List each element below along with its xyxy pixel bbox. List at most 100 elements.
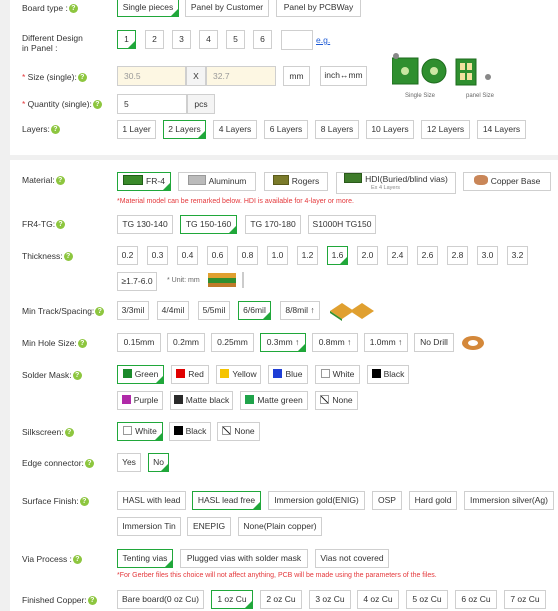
copper-3oz[interactable]: 3 oz Cu <box>309 590 351 609</box>
design-count-6[interactable]: 6 <box>253 30 272 49</box>
layers-10[interactable]: 10 Layers <box>366 120 414 139</box>
thickness-0-8[interactable]: 0.8 <box>237 246 258 265</box>
layers-14[interactable]: 14 Layers <box>477 120 526 139</box>
thickness-2-8[interactable]: 2.8 <box>447 246 468 265</box>
mask-purple[interactable]: Purple <box>117 391 163 410</box>
help-icon[interactable]: ? <box>92 100 102 110</box>
help-icon[interactable]: ? <box>64 428 74 438</box>
tg-150-160[interactable]: TG 150-160 <box>180 215 237 234</box>
thickness-2-4[interactable]: 2.4 <box>387 246 408 265</box>
thickness-1-6[interactable]: 1.6 <box>327 246 348 265</box>
height-input[interactable]: 32.7 <box>206 66 276 86</box>
layers-1[interactable]: 1 Layer <box>117 120 156 139</box>
hole-0-15[interactable]: 0.15mm <box>117 333 161 352</box>
design-count-input[interactable] <box>281 30 313 50</box>
hole-0-8[interactable]: 0.8mm ↑ <box>312 333 358 352</box>
material-fr4[interactable]: FR-4 <box>117 172 171 191</box>
option-single-pieces[interactable]: Single pieces <box>117 0 179 17</box>
mask-black[interactable]: Black <box>367 365 409 384</box>
finish-hasl-lead-free[interactable]: HASL lead free <box>192 491 261 510</box>
thickness-3-0[interactable]: 3.0 <box>477 246 498 265</box>
copper-1oz[interactable]: 1 oz Cu <box>211 590 253 609</box>
finish-immersion-silver[interactable]: Immersion silver(Ag) <box>464 491 554 510</box>
thickness-custom[interactable]: ≥1.7-6.0 <box>117 272 157 291</box>
layers-4[interactable]: 4 Layers <box>213 120 257 139</box>
layers-2[interactable]: 2 Layers <box>163 120 206 139</box>
thickness-2-0[interactable]: 2.0 <box>357 246 378 265</box>
finish-hasl-lead[interactable]: HASL with lead <box>117 491 186 510</box>
thickness-0-6[interactable]: 0.6 <box>207 246 228 265</box>
help-icon[interactable]: ? <box>95 307 105 317</box>
edge-yes[interactable]: Yes <box>117 453 141 472</box>
copper-0oz[interactable]: Bare board(0 oz Cu) <box>117 590 204 609</box>
track-4-4[interactable]: 4/4mil <box>157 301 189 320</box>
copper-7oz[interactable]: 7 oz Cu <box>504 590 546 609</box>
option-panel-by-customer[interactable]: Panel by Customer <box>185 0 269 17</box>
help-icon[interactable]: ? <box>77 73 87 83</box>
design-count-5[interactable]: 5 <box>226 30 245 49</box>
help-icon[interactable]: ? <box>77 339 87 349</box>
hole-no-drill[interactable]: No Drill <box>414 333 454 352</box>
option-panel-by-pcbway[interactable]: Panel by PCBWay <box>276 0 361 17</box>
mask-yellow[interactable]: Yellow <box>216 365 261 384</box>
track-3-3[interactable]: 3/3mil <box>117 301 149 320</box>
finish-hard-gold[interactable]: Hard gold <box>409 491 457 510</box>
track-8-8[interactable]: 8/8mil ↑ <box>280 301 320 320</box>
tg-s1000h[interactable]: S1000H TG150 <box>308 215 376 234</box>
material-copper-base[interactable]: Copper Base <box>463 172 551 191</box>
layers-8[interactable]: 8 Layers <box>315 120 359 139</box>
help-icon[interactable]: ? <box>72 555 82 565</box>
track-6-6[interactable]: 6/6mil <box>238 301 271 320</box>
mask-none[interactable]: None <box>315 391 358 410</box>
mask-white[interactable]: White <box>315 365 360 384</box>
help-icon[interactable]: ? <box>50 125 60 135</box>
thickness-0-3[interactable]: 0.3 <box>147 246 168 265</box>
help-icon[interactable]: ? <box>72 371 82 381</box>
via-not-covered[interactable]: Vias not covered <box>315 549 389 568</box>
finish-immersion-tin[interactable]: Immersion Tin <box>117 517 181 536</box>
finish-enepig[interactable]: ENEPIG <box>187 517 231 536</box>
material-hdi[interactable]: HDI(Buried/blind vias) Ex 4 Layers <box>336 172 456 194</box>
edge-no[interactable]: No <box>148 453 169 472</box>
finish-none[interactable]: None(Plain copper) <box>238 517 322 536</box>
mask-red[interactable]: Red <box>171 365 209 384</box>
thickness-2-6[interactable]: 2.6 <box>417 246 438 265</box>
copper-5oz[interactable]: 5 oz Cu <box>406 590 448 609</box>
help-icon[interactable]: ? <box>79 497 89 507</box>
help-icon[interactable]: ? <box>87 596 97 606</box>
mask-blue[interactable]: Blue <box>268 365 308 384</box>
silk-white[interactable]: White <box>117 422 163 441</box>
material-rogers[interactable]: Rogers <box>264 172 328 191</box>
copper-2oz[interactable]: 2 oz Cu <box>260 590 302 609</box>
design-count-3[interactable]: 3 <box>172 30 191 49</box>
layers-12[interactable]: 12 Layers <box>421 120 470 139</box>
tg-170-180[interactable]: TG 170-180 <box>245 215 301 234</box>
design-count-1[interactable]: 1 <box>117 30 136 49</box>
finish-enig[interactable]: Immersion gold(ENIG) <box>268 491 365 510</box>
copper-4oz[interactable]: 4 oz Cu <box>357 590 399 609</box>
via-tenting[interactable]: Tenting vias <box>117 549 173 568</box>
help-icon[interactable]: ? <box>55 176 65 186</box>
quantity-input[interactable]: 5 <box>117 94 187 114</box>
finish-osp[interactable]: OSP <box>372 491 402 510</box>
hole-0-2[interactable]: 0.2mm <box>167 333 205 352</box>
tg-130-140[interactable]: TG 130-140 <box>117 215 173 234</box>
thickness-3-2[interactable]: 3.2 <box>507 246 528 265</box>
hole-1-0[interactable]: 1.0mm ↑ <box>364 333 408 352</box>
design-count-2[interactable]: 2 <box>145 30 164 49</box>
hole-0-25[interactable]: 0.25mm <box>211 333 254 352</box>
help-icon[interactable]: ? <box>56 220 66 230</box>
material-aluminum[interactable]: Aluminum <box>178 172 256 191</box>
thickness-1-0[interactable]: 1.0 <box>267 246 288 265</box>
thickness-0-4[interactable]: 0.4 <box>177 246 198 265</box>
help-icon[interactable]: ? <box>84 459 94 469</box>
unit-toggle-button[interactable]: inch↔mm <box>320 66 367 86</box>
silk-black[interactable]: Black <box>169 422 211 441</box>
hole-0-3[interactable]: 0.3mm ↑ <box>260 333 306 352</box>
design-count-4[interactable]: 4 <box>199 30 218 49</box>
help-icon[interactable]: ? <box>63 252 73 262</box>
mask-green[interactable]: Green <box>117 365 164 384</box>
help-icon[interactable]: ? <box>68 4 78 14</box>
layers-6[interactable]: 6 Layers <box>264 120 308 139</box>
example-link[interactable]: e.g. <box>316 35 330 45</box>
